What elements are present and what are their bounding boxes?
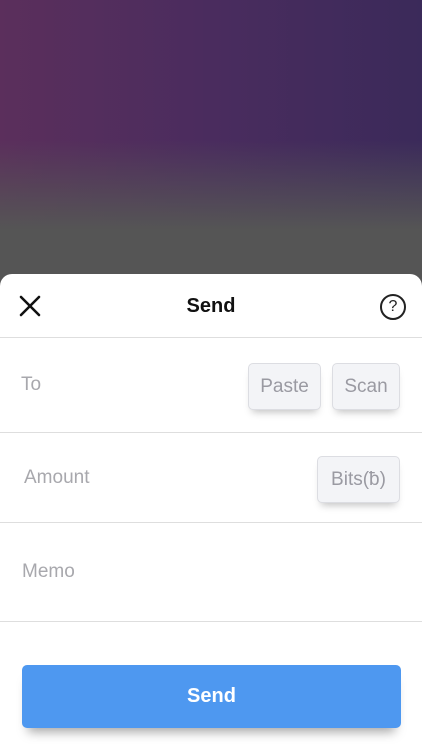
amount-input[interactable] (0, 433, 300, 522)
send-button[interactable]: Send (22, 665, 401, 728)
scan-button[interactable]: Scan (332, 363, 400, 410)
memo-input[interactable] (0, 523, 420, 621)
memo-row (0, 523, 422, 622)
close-button[interactable] (14, 290, 46, 322)
help-icon: ? (388, 298, 398, 315)
unit-toggle-button[interactable]: Bits(ƀ) (317, 456, 400, 503)
close-icon (19, 295, 41, 317)
page-title: Send (186, 295, 236, 317)
send-sheet: Send ? Paste Scan Bits(ƀ) Send (0, 274, 422, 750)
sheet-header: Send ? (0, 274, 422, 338)
to-address-input[interactable] (0, 338, 240, 432)
paste-button[interactable]: Paste (248, 363, 321, 410)
help-button[interactable]: ? (380, 294, 406, 320)
